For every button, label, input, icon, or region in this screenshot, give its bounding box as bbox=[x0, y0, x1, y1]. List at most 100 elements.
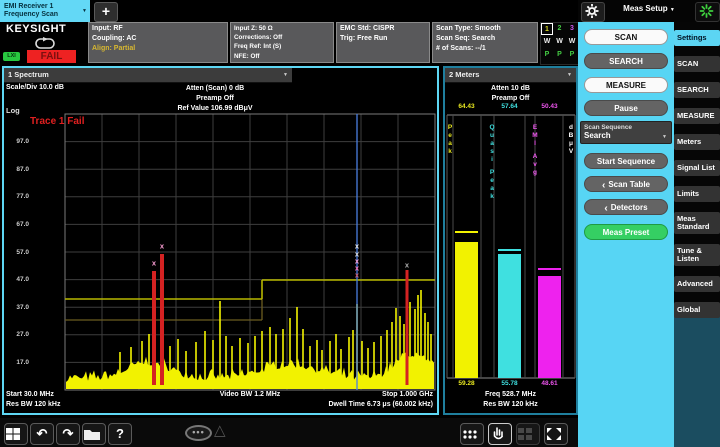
touch-hand-icon bbox=[489, 426, 507, 442]
trace-2-detector: W bbox=[554, 36, 566, 48]
trace-1-detector: W bbox=[541, 36, 553, 48]
detectors-button[interactable]: ‹ Detectors bbox=[584, 199, 668, 215]
start-sequence-button[interactable]: Start Sequence bbox=[584, 153, 668, 169]
tab-meas-standard[interactable]: Meas Standard bbox=[674, 212, 720, 234]
windows-start-button[interactable] bbox=[4, 423, 28, 445]
tab-tune---listen[interactable]: Tune & Listen bbox=[674, 244, 720, 266]
meter-label-quasi-peak-char: a bbox=[490, 140, 494, 148]
y-axis-tick: 97.0 bbox=[2, 138, 29, 145]
tab-limits[interactable]: Limits bbox=[674, 186, 720, 202]
meter-current-value: 55.78 bbox=[492, 380, 528, 387]
dwell-time-label: Dwell Time 6.73 μs (60.002 kHz) bbox=[230, 401, 433, 408]
messages-bubble-icon[interactable]: ••• bbox=[185, 425, 212, 441]
meter-unit-label-char: V bbox=[569, 148, 573, 156]
tab-global[interactable]: Global bbox=[674, 302, 720, 318]
impedance-settings-panel[interactable]: Input Z: 50 Ω Corrections: Off Freq Ref:… bbox=[230, 22, 334, 63]
meter-label-quasi-peak-char: i bbox=[491, 156, 493, 164]
search-button[interactable]: SEARCH bbox=[584, 53, 668, 69]
trace-2-indicator[interactable]: 2 bbox=[554, 23, 566, 35]
scan-button[interactable]: SCAN bbox=[584, 29, 668, 45]
busy-indicator-button[interactable] bbox=[695, 2, 720, 22]
tab-measure[interactable]: MEASURE bbox=[674, 108, 720, 124]
four-squares-icon bbox=[517, 427, 533, 441]
tab-search[interactable]: SEARCH bbox=[674, 82, 720, 98]
spectrum-atten-block: Atten (Scan) 0 dB Preamp Off Ref Value 1… bbox=[115, 84, 315, 114]
tab-signal-list[interactable]: Signal List bbox=[674, 160, 720, 176]
detectors-label: Detectors bbox=[611, 203, 648, 212]
input-setting: Input: RF bbox=[92, 24, 224, 34]
apps-grid-button[interactable] bbox=[460, 423, 484, 445]
meters-atten-block: Atten 10 dB Preamp Off bbox=[443, 84, 578, 104]
warning-triangle-icon: △ bbox=[214, 421, 226, 439]
measure-button[interactable]: MEASURE bbox=[584, 77, 668, 93]
lxi-badge: LXI bbox=[3, 52, 20, 61]
trace-1-indicator[interactable]: 1 bbox=[541, 23, 553, 35]
fail-status-badge: FAIL bbox=[27, 50, 76, 63]
meter-label-peak: Peak bbox=[445, 124, 455, 156]
help-icon: ? bbox=[116, 426, 124, 441]
gear-icon bbox=[582, 3, 602, 19]
sidebar-tab-column-footer bbox=[674, 312, 720, 447]
tab-advanced[interactable]: Advanced bbox=[674, 276, 720, 292]
meter-unit-label-char: B bbox=[569, 132, 574, 140]
meas-preset-button[interactable]: Meas Preset bbox=[584, 224, 668, 240]
windows-logo-icon bbox=[5, 427, 21, 441]
emc-std-setting: EMC Std: CISPR bbox=[340, 24, 426, 34]
tab-scan[interactable]: SCAN bbox=[674, 56, 720, 72]
y-axis-tick: 17.0 bbox=[2, 359, 29, 366]
scan-sequence-label: Scan Sequence bbox=[581, 122, 671, 131]
measurement-tab[interactable]: EMI Receiver 1 Frequency Scan ▼ bbox=[0, 0, 90, 22]
y-axis-tick: 87.0 bbox=[2, 166, 29, 173]
tab-meters[interactable]: Meters bbox=[674, 134, 720, 150]
fullscreen-button[interactable] bbox=[544, 423, 568, 445]
continuous-sweep-icon bbox=[34, 37, 56, 49]
scan-type-setting: Scan Type: Smooth bbox=[436, 24, 534, 34]
scan-settings-panel[interactable]: Scan Type: Smooth Scan Seq: Search # of … bbox=[432, 22, 538, 63]
spectrum-menu-caret-icon: ▼ bbox=[283, 68, 292, 82]
help-button[interactable]: ? bbox=[108, 423, 132, 445]
scan-table-button[interactable]: ‹Scan Table bbox=[584, 176, 668, 192]
scale-div-label: Scale/Div 10.0 dB bbox=[6, 84, 64, 91]
system-settings-button[interactable] bbox=[581, 2, 605, 22]
scan-sequence-value: Search bbox=[581, 131, 671, 141]
touch-mode-button[interactable] bbox=[488, 423, 512, 445]
atten-scan-label: Atten (Scan) 0 dB bbox=[115, 84, 315, 94]
scan-table-label: Scan Table bbox=[608, 180, 650, 189]
meas-setup-menu[interactable]: Meas Setup ▼ bbox=[606, 4, 692, 13]
pause-button[interactable]: Pause bbox=[584, 100, 668, 116]
meter-unit-label-char: d bbox=[569, 124, 573, 132]
y-axis-tick: 47.0 bbox=[2, 276, 29, 283]
meters-res-bw-label: Res BW 120 kHz bbox=[443, 401, 578, 408]
chevron-left-icon: ‹ bbox=[604, 203, 607, 214]
meter-label-peak-char: P bbox=[448, 124, 452, 132]
meas-setup-menu-label: Meas Setup bbox=[623, 4, 667, 13]
meter-label-quasi-peak: QuasiPeak bbox=[487, 124, 497, 201]
tab-title-line2: Frequency Scan bbox=[4, 11, 82, 19]
trace-3-indicator[interactable]: 3 bbox=[566, 23, 578, 35]
trace-2-mode: P bbox=[554, 49, 566, 61]
scan-sequence-caret-icon: ▼ bbox=[662, 134, 667, 140]
layout-grid-button[interactable] bbox=[516, 423, 540, 445]
scan-sequence-dropdown[interactable]: Scan Sequence Search ▼ bbox=[580, 121, 672, 144]
spectrum-window-menu[interactable]: 1 Spectrum ▼ bbox=[4, 68, 292, 83]
trace-3-mode: P bbox=[566, 49, 578, 61]
meter-label-quasi-peak-char: k bbox=[490, 193, 494, 201]
freq-ref-setting: Freq Ref: Int (S) bbox=[234, 42, 330, 51]
file-explorer-button[interactable] bbox=[82, 423, 106, 445]
emc-settings-panel[interactable]: EMC Std: CISPR Trig: Free Run bbox=[336, 22, 430, 63]
undo-button[interactable]: ↶ bbox=[30, 423, 54, 445]
meas-setup-caret-icon: ▼ bbox=[670, 7, 675, 13]
meters-window-menu[interactable]: 2 Meters ▼ bbox=[445, 68, 576, 83]
input-settings-panel[interactable]: Input: RF Coupling: AC Align: Partial bbox=[88, 22, 228, 63]
tab-settings[interactable]: Settings bbox=[674, 30, 720, 46]
meters-window[interactable] bbox=[443, 66, 578, 415]
y-axis-tick: 27.0 bbox=[2, 331, 29, 338]
emi-receiver-screen: EMI Receiver 1 Frequency Scan ▼ + KEYSIG… bbox=[0, 0, 720, 447]
meter-unit-label: dBμV bbox=[566, 124, 576, 156]
add-tab-button[interactable]: + bbox=[94, 2, 118, 22]
redo-button[interactable]: ↷ bbox=[56, 423, 80, 445]
coupling-setting: Coupling: AC bbox=[92, 34, 224, 44]
meter-label-peak-char: a bbox=[448, 140, 452, 148]
meter-label-emi-avg-char: v bbox=[533, 161, 537, 169]
align-setting: Align: Partial bbox=[92, 44, 224, 54]
